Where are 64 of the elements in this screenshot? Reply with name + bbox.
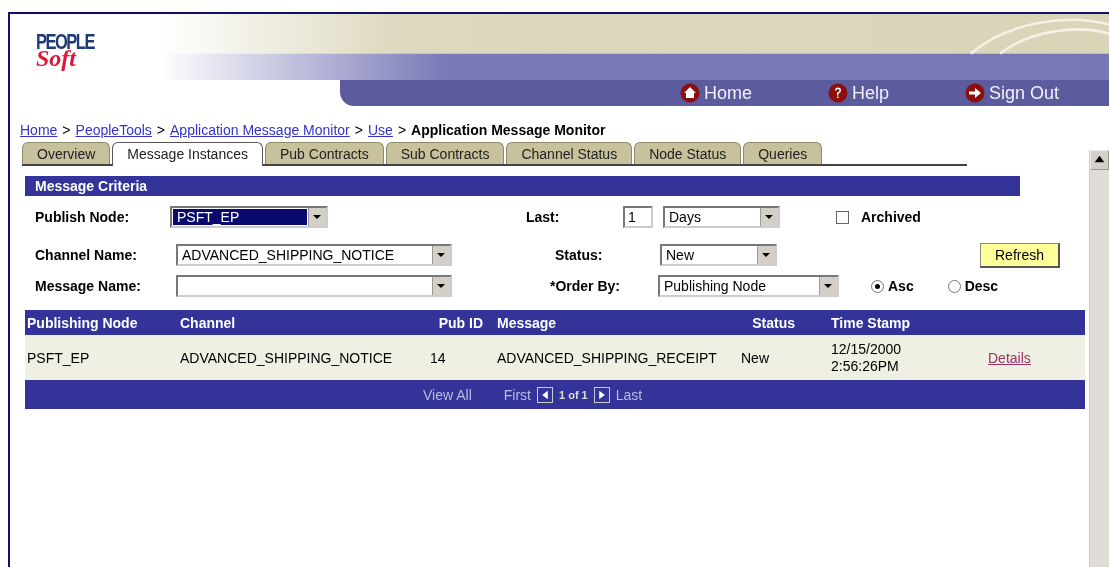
field-label: *Order By: <box>550 278 622 294</box>
column-header: Publishing Node <box>26 314 139 331</box>
breadcrumb-separator: > <box>397 122 407 138</box>
breadcrumb-current: Application Message Monitor <box>411 122 606 138</box>
nav-link[interactable]: Home <box>680 82 752 104</box>
page-range: 1 of 1 <box>559 388 588 401</box>
status-dropdown[interactable]: New <box>660 244 777 266</box>
table-cell-text: 12/15/2000 2:56:26PM <box>831 340 903 375</box>
channel-name-dropdown[interactable]: ADVANCED_SHIPPING_NOTICE <box>176 244 452 266</box>
radio-label: Desc <box>964 278 999 294</box>
logo: PEOPLE Soft <box>35 28 96 73</box>
breadcrumb-link[interactable]: PeopleTools <box>75 122 152 138</box>
house-icon <box>680 83 700 103</box>
sort-radio[interactable] <box>871 279 884 293</box>
checkbox-label: Archived <box>861 209 921 225</box>
column-header: Message <box>496 314 558 331</box>
nav-link[interactable]: Help <box>828 82 890 104</box>
scrollbar[interactable] <box>1089 150 1109 567</box>
table-cell-text: ADVANCED_SHIPPING_RECEIPT <box>496 349 718 366</box>
publish-node-dropdown[interactable]: PSFT_EP <box>170 206 328 228</box>
tab[interactable]: Queries <box>743 142 823 164</box>
table-cell-text: PSFT_EP <box>26 349 91 366</box>
period-dropdown[interactable]: Days <box>663 206 780 228</box>
field-label: Last: <box>526 209 561 225</box>
first-link[interactable]: First <box>503 386 531 403</box>
last-count-field[interactable]: 1 <box>623 206 653 228</box>
field-label: Publish Node: <box>35 209 131 225</box>
order-by-dropdown[interactable]: Publishing Node <box>658 275 839 297</box>
previous-button[interactable] <box>537 386 553 403</box>
radio-label: Asc <box>888 278 914 294</box>
field-label: Message Name: <box>35 278 142 294</box>
tab[interactable]: Channel Status <box>506 142 633 164</box>
table-cell-text: 14 <box>429 349 447 366</box>
view-all-link[interactable]: View All <box>423 386 472 403</box>
field-label: Channel Name: <box>35 247 138 263</box>
column-header: Channel <box>180 314 237 331</box>
archived-checkbox[interactable] <box>836 210 849 224</box>
table-cell-text: ADVANCED_SHIPPING_NOTICE <box>180 349 394 366</box>
scroll-up-button[interactable] <box>1090 150 1109 170</box>
breadcrumb-link[interactable]: Home <box>20 122 58 138</box>
breadcrumb-link[interactable]: Application Message Monitor <box>170 122 350 138</box>
column-header: Time Stamp <box>831 314 912 331</box>
column-header: Status <box>751 314 796 331</box>
breadcrumb-link[interactable]: Use <box>367 122 393 138</box>
help-icon <box>828 83 848 103</box>
field-label: Status: <box>555 247 604 263</box>
breadcrumb-separator: > <box>62 122 71 138</box>
tab[interactable]: Pub Contracts <box>265 142 384 164</box>
message-name-dropdown[interactable] <box>176 275 452 297</box>
breadcrumb-separator: > <box>354 122 363 138</box>
last-link[interactable]: Last <box>615 386 643 403</box>
breadcrumb-separator: > <box>156 122 165 138</box>
section-header: Message Criteria <box>25 176 1020 196</box>
nav-link[interactable]: Sign Out <box>965 82 1060 104</box>
next-button[interactable] <box>593 386 610 403</box>
table-cell-text: New <box>741 349 770 366</box>
tab[interactable]: Sub Contracts <box>385 142 505 164</box>
tab[interactable]: Message Instances <box>112 142 263 166</box>
tab[interactable]: Node Status <box>634 142 742 164</box>
refresh-button[interactable]: Refresh <box>980 242 1061 268</box>
sort-radio[interactable] <box>947 279 961 293</box>
column-header: Pub ID <box>437 314 483 331</box>
details-link[interactable]: Details <box>988 349 1031 366</box>
tab[interactable]: Overview <box>22 142 111 164</box>
